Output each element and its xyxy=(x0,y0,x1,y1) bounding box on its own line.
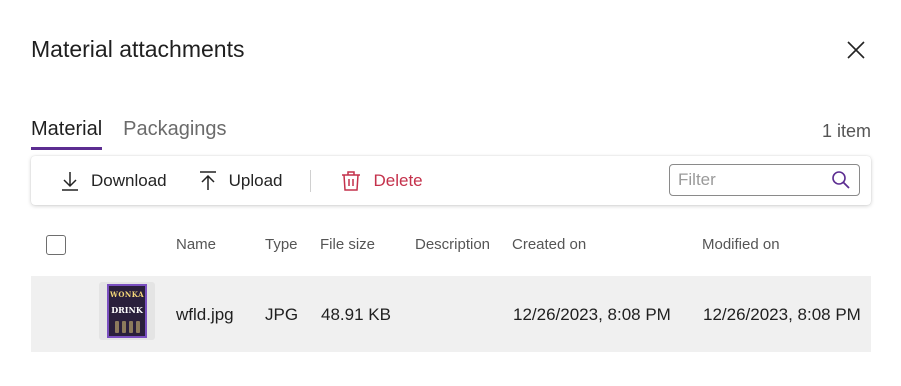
download-label: Download xyxy=(91,170,167,190)
column-header-file-size[interactable]: File size xyxy=(320,236,375,253)
tab-list: Material Packagings xyxy=(31,118,227,150)
cell-created-on: 12/26/2023, 8:08 PM xyxy=(513,305,671,324)
column-header-created-on[interactable]: Created on xyxy=(512,236,586,253)
download-icon xyxy=(62,171,78,191)
download-button[interactable]: Download xyxy=(61,156,167,205)
toolbar: Download Upload Delete xyxy=(31,156,871,205)
close-icon xyxy=(847,41,865,59)
table-row[interactable]: WONKA DRINK wfld.jpg JPG 48.91 KB 12/26/… xyxy=(31,276,871,352)
cell-name[interactable]: wfld.jpg xyxy=(176,305,234,325)
column-header-description[interactable]: Description xyxy=(415,236,490,253)
cell-file-size: 48.91 KB xyxy=(321,305,391,324)
close-button[interactable] xyxy=(842,36,870,64)
thumbnail-bottles xyxy=(114,321,140,333)
table-header: Name Type File size Description Created … xyxy=(31,228,871,262)
dialog-title: Material attachments xyxy=(31,36,245,62)
toolbar-divider xyxy=(310,169,312,192)
tab-packagings[interactable]: Packagings xyxy=(123,118,226,150)
filter-box xyxy=(669,164,860,196)
thumbnail-image: WONKA DRINK xyxy=(107,284,147,338)
tab-material[interactable]: Material xyxy=(31,118,103,150)
delete-label: Delete xyxy=(373,170,423,190)
column-header-type[interactable]: Type xyxy=(265,236,298,253)
upload-icon xyxy=(199,170,216,190)
column-header-modified-on[interactable]: Modified on xyxy=(702,236,780,253)
thumbnail-text-top: WONKA xyxy=(109,290,145,299)
file-thumbnail: WONKA DRINK xyxy=(99,282,155,340)
cell-type: JPG xyxy=(265,305,299,324)
thumbnail-text-main: DRINK xyxy=(111,305,143,315)
upload-button[interactable]: Upload xyxy=(199,156,283,205)
select-all-checkbox[interactable] xyxy=(46,235,66,255)
column-header-name[interactable]: Name xyxy=(176,236,216,253)
item-count: 1 item xyxy=(821,121,871,141)
delete-button[interactable]: Delete xyxy=(341,156,423,205)
search-icon[interactable] xyxy=(831,170,851,190)
cell-modified-on: 12/26/2023, 8:08 PM xyxy=(703,305,861,324)
trash-icon xyxy=(342,170,361,191)
filter-input[interactable] xyxy=(678,170,831,190)
upload-label: Upload xyxy=(228,170,283,190)
